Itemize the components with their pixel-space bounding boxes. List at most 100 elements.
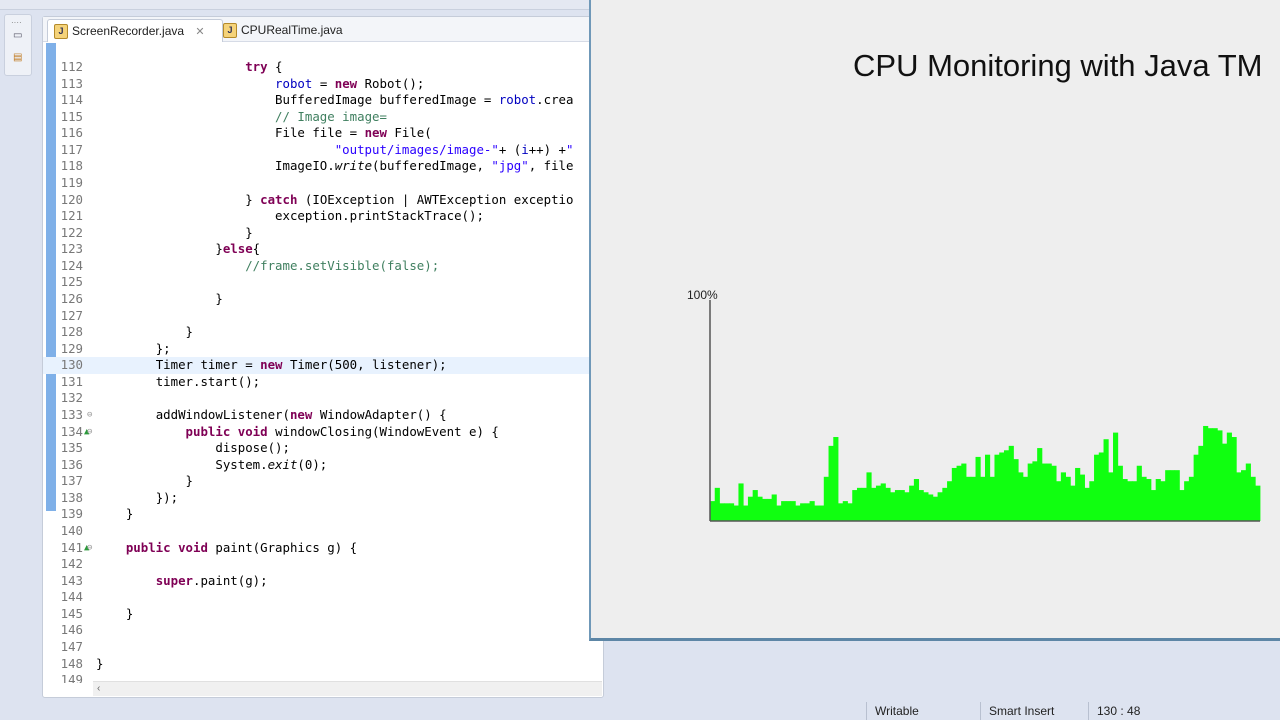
- code-text: }: [96, 324, 193, 341]
- code-line[interactable]: 134 ▲ ⊖ public void windowClosing(WindowEv…: [43, 424, 591, 441]
- code-line[interactable]: 146: [43, 622, 591, 639]
- code-line[interactable]: 144: [43, 589, 591, 606]
- code-token: try: [245, 59, 268, 74]
- code-line[interactable]: 129 };: [43, 341, 591, 358]
- outline-view-icon[interactable]: ▤: [13, 53, 24, 63]
- code-line[interactable]: 138 });: [43, 490, 591, 507]
- code-text: try {: [96, 59, 283, 76]
- code-line[interactable]: 130 Timer timer = new Timer(500, listene…: [43, 357, 591, 374]
- code-line[interactable]: 123 }else{: [43, 241, 591, 258]
- code-token: }: [215, 241, 223, 257]
- code-token: }: [245, 224, 253, 240]
- code-area[interactable]: 112 try {113 robot = new Robot(); 114 Buf…: [43, 43, 591, 683]
- code-line[interactable]: 117 "output/images/image-"+ (i++) +": [43, 142, 591, 159]
- code-token: }: [185, 473, 193, 489]
- cpu-bar: [719, 503, 725, 521]
- code-line[interactable]: 115 // Image image=: [43, 109, 591, 126]
- cpu-bar: [1041, 463, 1048, 521]
- code-line[interactable]: 131 timer.start();: [43, 374, 591, 391]
- cpu-bar: [1203, 425, 1209, 521]
- code-text: }: [96, 224, 253, 242]
- code-line[interactable]: 135 dispose();: [43, 440, 591, 457]
- cpu-bar: [932, 496, 938, 521]
- cpu-bar: [1013, 459, 1019, 521]
- code-token: i: [521, 141, 529, 157]
- code-line[interactable]: 139 }: [43, 506, 591, 523]
- code-token: void: [178, 539, 208, 555]
- cpu-bar: [1207, 428, 1213, 521]
- code-line[interactable]: 113 robot = new Robot();: [43, 76, 591, 93]
- code-text: BufferedImage bufferedImage = robot.crea: [96, 92, 573, 109]
- code-line[interactable]: 119: [43, 175, 591, 192]
- code-line[interactable]: 120 } catch (IOException | AWTException …: [43, 192, 591, 209]
- code-line[interactable]: 112 try {: [43, 59, 591, 76]
- cpu-bar: [1255, 485, 1261, 521]
- code-line[interactable]: 128 }: [43, 324, 591, 341]
- line-number: 146: [60, 622, 83, 638]
- cpu-bar: [1046, 463, 1052, 521]
- code-line[interactable]: 140: [43, 523, 591, 540]
- code-line[interactable]: 147: [43, 639, 591, 656]
- code-token: , file: [528, 158, 574, 174]
- code-line[interactable]: 114 BufferedImage bufferedImage = robot.…: [43, 92, 591, 109]
- code-token: {: [267, 59, 283, 74]
- line-number: 145: [60, 605, 83, 621]
- scroll-left-icon[interactable]: ‹: [97, 683, 100, 694]
- cpu-bar: [966, 476, 972, 521]
- code-line[interactable]: 122 }: [43, 225, 591, 242]
- cpu-bar: [1056, 481, 1062, 521]
- horizontal-scrollbar[interactable]: ‹: [93, 681, 602, 696]
- code-line[interactable]: 145 }: [43, 606, 591, 623]
- cpu-bar: [714, 487, 720, 521]
- tab-cpurealtime[interactable]: J CPURealTime.java: [217, 19, 381, 41]
- code-editor: J ScreenRecorder.java ✕ J CPURealTime.ja…: [42, 16, 604, 698]
- code-token: paint(Graphics g) {: [207, 539, 358, 555]
- restore-icon[interactable]: ▭: [13, 31, 24, 41]
- code-line[interactable]: 143 super.paint(g);: [43, 573, 591, 590]
- code-line[interactable]: 118 ImageIO.write(bufferedImage, "jpg", …: [43, 158, 591, 175]
- line-number: 115: [60, 108, 83, 124]
- code-token: WindowAdapter() {: [312, 406, 447, 422]
- cpu-bar: [823, 476, 829, 521]
- code-line[interactable]: 133 ⊖ addWindowListener(new WindowAdapter…: [43, 407, 591, 424]
- code-line[interactable]: 127: [43, 308, 591, 325]
- cpu-bar: [1084, 487, 1090, 521]
- code-line[interactable]: 124 //frame.setVisible(false);: [43, 258, 591, 275]
- code-token: dispose();: [215, 440, 290, 456]
- cpu-bar: [894, 490, 901, 521]
- cpu-bar: [781, 501, 787, 521]
- cpu-bar: [1146, 479, 1152, 521]
- fold-toggle-icon[interactable]: ⊖: [87, 540, 92, 557]
- cpu-bar: [1160, 481, 1166, 521]
- code-token: exit: [267, 456, 298, 472]
- fold-toggle-icon[interactable]: ⊖: [87, 407, 92, 424]
- cpu-bar: [1165, 470, 1171, 521]
- line-number: 132: [60, 390, 83, 406]
- code-token: }: [185, 324, 193, 340]
- line-number: 131: [60, 373, 83, 389]
- cpu-bar: [1108, 472, 1114, 521]
- close-tab-icon[interactable]: ✕: [195, 26, 204, 38]
- cpu-bar: [947, 481, 953, 521]
- code-line[interactable]: 148}: [43, 656, 591, 673]
- code-line[interactable]: 142: [43, 556, 591, 573]
- code-token: super: [155, 572, 193, 588]
- code-token: ++) +: [528, 141, 567, 157]
- cpu-bar: [800, 503, 806, 521]
- drag-handle-icon[interactable]: ····: [11, 18, 22, 27]
- cpu-bar: [1060, 472, 1066, 521]
- fold-toggle-icon[interactable]: ⊖: [87, 424, 92, 441]
- code-line[interactable]: 116 File file = new File(: [43, 125, 591, 142]
- tab-screenrecorder[interactable]: J ScreenRecorder.java ✕: [47, 19, 223, 42]
- code-line[interactable]: 137 }: [43, 473, 591, 490]
- code-line[interactable]: 132: [43, 390, 591, 407]
- code-line[interactable]: 136 System.exit(0);: [43, 457, 591, 474]
- code-line[interactable]: 141 ▲ ⊖ public void paint(Graphics g) {: [43, 540, 591, 557]
- cpu-bar: [1141, 476, 1147, 521]
- cpu-bar: [937, 492, 943, 521]
- cpu-bar: [1241, 470, 1247, 521]
- code-line[interactable]: 125: [43, 274, 591, 291]
- code-line[interactable]: 121 exception.printStackTrace();: [43, 208, 591, 225]
- code-line[interactable]: 126 }: [43, 291, 591, 308]
